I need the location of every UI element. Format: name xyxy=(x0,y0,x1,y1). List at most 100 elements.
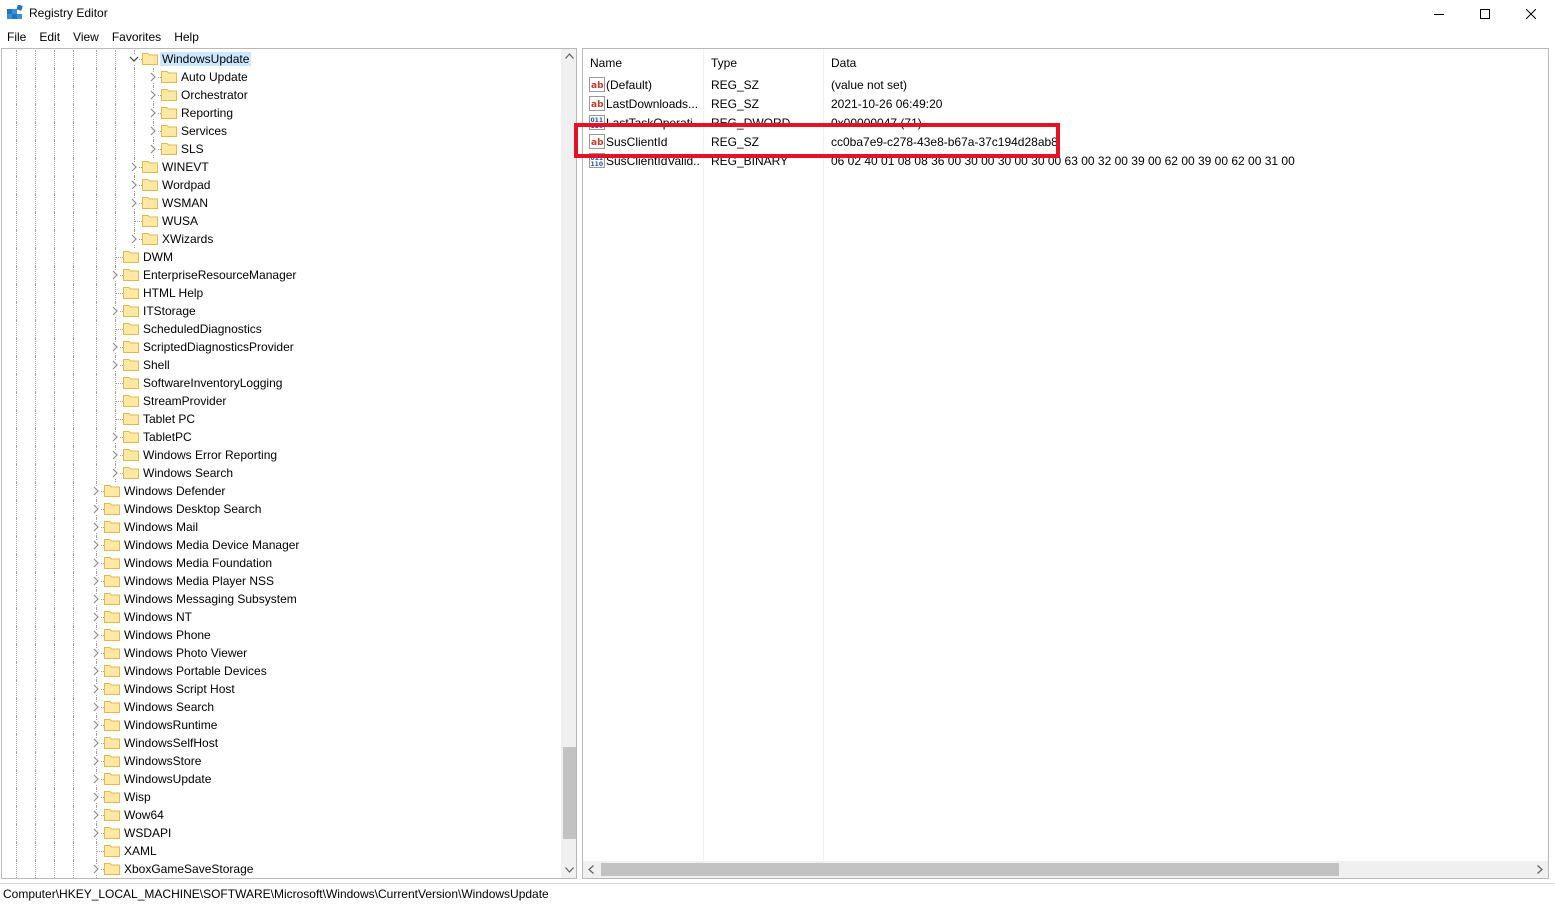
tree-item[interactable]: Wordpad xyxy=(2,176,560,194)
chevron-right-icon[interactable] xyxy=(91,486,101,496)
tree-item[interactable]: Tablet PC xyxy=(2,410,560,428)
chevron-right-icon[interactable] xyxy=(91,684,101,694)
chevron-right-icon[interactable] xyxy=(91,558,101,568)
chevron-right-icon[interactable] xyxy=(91,666,101,676)
scroll-up-icon[interactable] xyxy=(565,53,574,59)
tree-item[interactable]: Auto Update xyxy=(2,68,560,86)
tree-item[interactable]: SLS xyxy=(2,140,560,158)
chevron-right-icon[interactable] xyxy=(148,126,158,136)
chevron-right-icon[interactable] xyxy=(91,594,101,604)
chevron-right-icon[interactable] xyxy=(91,720,101,730)
chevron-right-icon[interactable] xyxy=(91,792,101,802)
chevron-right-icon[interactable] xyxy=(91,648,101,658)
tree-item[interactable]: Windows Search xyxy=(2,698,560,716)
chevron-right-icon[interactable] xyxy=(129,162,139,172)
tree-item[interactable]: WindowsRuntime xyxy=(2,716,560,734)
chevron-right-icon[interactable] xyxy=(110,450,120,460)
tree-item[interactable]: Windows Portable Devices xyxy=(2,662,560,680)
chevron-right-icon[interactable] xyxy=(110,306,120,316)
tree-item[interactable]: Windows Error Reporting xyxy=(2,446,560,464)
chevron-down-icon[interactable] xyxy=(129,54,139,64)
chevron-right-icon[interactable] xyxy=(91,612,101,622)
chevron-right-icon[interactable] xyxy=(91,756,101,766)
chevron-right-icon[interactable] xyxy=(148,90,158,100)
tree-item[interactable]: Windows NT xyxy=(2,608,560,626)
chevron-right-icon[interactable] xyxy=(91,738,101,748)
tree-item[interactable]: Windows Media Player NSS xyxy=(2,572,560,590)
registry-values-list[interactable]: Name Type Data ab (Default) REG_SZ (value n… xyxy=(582,48,1549,879)
tree-item[interactable]: Windows Phone xyxy=(2,626,560,644)
tree-item[interactable]: Windows Media Device Manager xyxy=(2,536,560,554)
chevron-right-icon[interactable] xyxy=(148,144,158,154)
chevron-right-icon[interactable] xyxy=(110,270,120,280)
chevron-right-icon[interactable] xyxy=(110,468,120,478)
menu-help[interactable]: Help xyxy=(167,27,205,47)
chevron-right-icon[interactable] xyxy=(110,342,120,352)
tree-item[interactable]: Windows Messaging Subsystem xyxy=(2,590,560,608)
maximize-button[interactable] xyxy=(1462,0,1508,27)
values-scroll-thumb[interactable] xyxy=(601,863,1339,876)
tree-item[interactable]: XboxGameSaveStorage xyxy=(2,860,560,878)
tree-item[interactable]: StreamProvider xyxy=(2,392,560,410)
tree-item[interactable]: ScriptedDiagnosticsProvider xyxy=(2,338,560,356)
tree-item[interactable]: WUSA xyxy=(2,212,560,230)
chevron-right-icon[interactable] xyxy=(110,360,120,370)
column-header-type[interactable]: Type xyxy=(704,49,824,73)
chevron-right-icon[interactable] xyxy=(110,432,120,442)
tree-item[interactable]: WindowsStore xyxy=(2,752,560,770)
chevron-right-icon[interactable] xyxy=(91,702,101,712)
menu-edit[interactable]: Edit xyxy=(32,27,66,47)
tree-item[interactable]: Windows Search xyxy=(2,464,560,482)
tree-item[interactable]: ScheduledDiagnostics xyxy=(2,320,560,338)
value-row[interactable]: ab LastDownloads... REG_SZ 2021-10-26 06:49… xyxy=(583,94,1548,113)
column-header-data[interactable]: Data xyxy=(824,49,1548,73)
tree-item[interactable]: WSDAPI xyxy=(2,824,560,842)
tree-item[interactable]: SoftwareInventoryLogging xyxy=(2,374,560,392)
tree-item[interactable]: WINEVT xyxy=(2,158,560,176)
registry-key-tree[interactable]: WindowsUpdate Auto Update Orchestrator Repo… xyxy=(1,48,577,879)
chevron-right-icon[interactable] xyxy=(148,72,158,82)
tree-item[interactable]: HTML Help xyxy=(2,284,560,302)
scroll-down-icon[interactable] xyxy=(565,867,574,873)
tree-item[interactable]: Windows Photo Viewer xyxy=(2,644,560,662)
chevron-right-icon[interactable] xyxy=(91,810,101,820)
tree-item[interactable]: Services xyxy=(2,122,560,140)
tree-item[interactable]: ITStorage xyxy=(2,302,560,320)
chevron-right-icon[interactable] xyxy=(148,108,158,118)
tree-item[interactable]: Orchestrator xyxy=(2,86,560,104)
tree-item[interactable]: Windows Media Foundation xyxy=(2,554,560,572)
tree-item[interactable]: Wisp xyxy=(2,788,560,806)
tree-item[interactable]: Wow64 xyxy=(2,806,560,824)
tree-scroll-thumb[interactable] xyxy=(563,747,576,839)
values-horizontal-scrollbar[interactable] xyxy=(583,861,1548,878)
tree-item[interactable]: Reporting xyxy=(2,104,560,122)
menu-file[interactable]: File xyxy=(0,27,32,47)
tree-vertical-scrollbar[interactable] xyxy=(561,49,576,878)
chevron-right-icon[interactable] xyxy=(129,180,139,190)
tree-item[interactable]: Windows Mail xyxy=(2,518,560,536)
tree-item[interactable]: WindowsSelfHost xyxy=(2,734,560,752)
tree-item[interactable]: TabletPC xyxy=(2,428,560,446)
chevron-right-icon[interactable] xyxy=(91,504,101,514)
tree-item[interactable]: XAML xyxy=(2,842,560,860)
chevron-right-icon[interactable] xyxy=(91,630,101,640)
column-header-name[interactable]: Name xyxy=(583,49,704,73)
chevron-right-icon[interactable] xyxy=(91,522,101,532)
title-bar[interactable]: Registry Editor xyxy=(0,0,1555,27)
chevron-right-icon[interactable] xyxy=(91,828,101,838)
tree-item[interactable]: WSMAN xyxy=(2,194,560,212)
close-button[interactable] xyxy=(1508,0,1554,27)
chevron-right-icon[interactable] xyxy=(91,864,101,874)
chevron-right-icon[interactable] xyxy=(91,540,101,550)
tree-item[interactable]: Windows Script Host xyxy=(2,680,560,698)
menu-favorites[interactable]: Favorites xyxy=(105,27,167,47)
scroll-right-icon[interactable] xyxy=(1537,865,1543,874)
chevron-right-icon[interactable] xyxy=(129,198,139,208)
value-row[interactable]: ab (Default) REG_SZ (value not set) xyxy=(583,75,1548,94)
chevron-right-icon[interactable] xyxy=(129,234,139,244)
chevron-right-icon[interactable] xyxy=(91,576,101,586)
menu-view[interactable]: View xyxy=(66,27,105,47)
tree-item[interactable]: Windows Desktop Search xyxy=(2,500,560,518)
minimize-button[interactable] xyxy=(1416,0,1462,27)
tree-item[interactable]: EnterpriseResourceManager xyxy=(2,266,560,284)
